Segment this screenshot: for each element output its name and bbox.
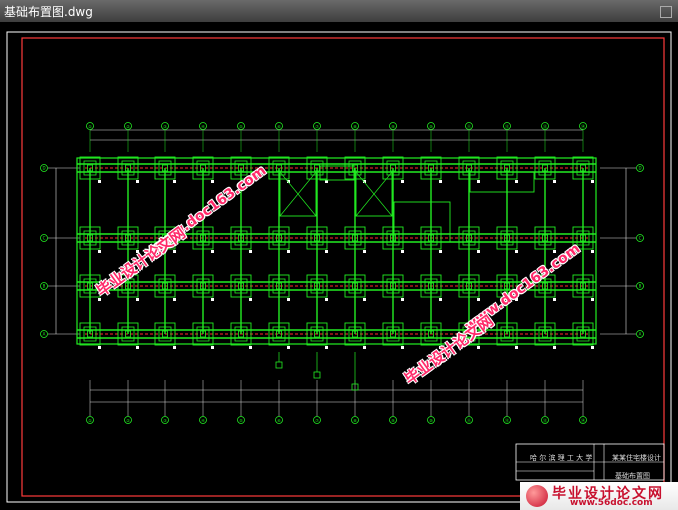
- grid-label-right: B: [639, 284, 642, 289]
- grid-label-top: ⑤: [239, 124, 243, 129]
- grid-label-top: ⑥: [277, 124, 281, 129]
- grid-label-top: ④: [201, 124, 205, 129]
- section-marker: [313, 371, 321, 379]
- grid-label-top: ②: [126, 124, 130, 129]
- logo-ball-icon: [526, 485, 548, 507]
- grid-label-top: ①: [88, 124, 92, 129]
- logo-sub-text: www.56doc.com: [570, 498, 653, 508]
- grid-label-left: A: [43, 332, 46, 337]
- grid-label-right: A: [639, 332, 642, 337]
- outer-frame: [6, 31, 672, 503]
- window-titlebar: 基础布置图.dwg: [0, 0, 678, 23]
- grid-label-top: ⑪: [467, 123, 471, 129]
- grid-label-bottom: ⑫: [505, 417, 509, 423]
- grid-label-top: ⑦: [315, 124, 319, 129]
- grid-label-bottom: ⑩: [429, 418, 433, 423]
- cad-drawing-canvas[interactable]: ① ① ② ② ③ ③ ④ ④ ⑤ ⑤ ⑥ ⑥ ⑦ ⑦ ⑧ ⑧ ⑨ ⑨ ⑩ ⑩ ⑪ ⑪ ⑫ ⑫ ⑬ ⑬ ⑭ ⑭ D D C C B B A A 哈 尔…: [0, 22, 678, 510]
- grid-label-bottom: ②: [126, 418, 130, 423]
- grid-label-left: B: [43, 284, 46, 289]
- grid-label-top: ⑧: [353, 124, 357, 129]
- grid-label-top: ⑫: [505, 123, 509, 129]
- grid-label-bottom: ⑭: [581, 417, 585, 423]
- grid-label-right: C: [639, 236, 642, 241]
- grid-label-bottom: ⑦: [315, 418, 319, 423]
- room-box: [393, 201, 451, 243]
- grid-label-top: ③: [163, 124, 167, 129]
- grid-label-bottom: ⑬: [543, 417, 547, 423]
- section-marker: [275, 361, 283, 369]
- grid-label-top: ⑩: [429, 124, 433, 129]
- grid-label-left: D: [42, 166, 45, 171]
- grid-label-top: ⑭: [581, 123, 585, 129]
- site-logo: 毕业设计论文网 www.56doc.com: [520, 482, 678, 510]
- grid-label-bottom: ④: [201, 418, 205, 423]
- cad-svg: ① ① ② ② ③ ③ ④ ④ ⑤ ⑤ ⑥ ⑥ ⑦ ⑦ ⑧ ⑧ ⑨ ⑨ ⑩ ⑩ ⑪ ⑪ ⑫ ⑫ ⑬ ⑬ ⑭ ⑭ D D C C B B A A: [6, 31, 672, 503]
- title-block-project: 某某住宅楼设计: [612, 454, 661, 462]
- grid-label-bottom: ⑤: [239, 418, 243, 423]
- grid-label-bottom: ③: [163, 418, 167, 423]
- grid-label-left: C: [43, 236, 46, 241]
- grid-label-top: ⑨: [391, 124, 395, 129]
- grid-label-bottom: ①: [88, 418, 92, 423]
- grid-label-bottom: ⑨: [391, 418, 395, 423]
- grid-label-bottom: ⑪: [467, 417, 471, 423]
- maximize-icon[interactable]: [660, 6, 672, 18]
- title-block-drawing-name: 基础布置图: [615, 472, 650, 480]
- grid-label-top: ⑬: [543, 123, 547, 129]
- grid-label-right: D: [638, 166, 641, 171]
- window-title: 基础布置图.dwg: [4, 5, 93, 19]
- title-block-school: 哈 尔 滨 理 工 大 学: [530, 454, 593, 462]
- grid-label-bottom: ⑥: [277, 418, 281, 423]
- grid-label-bottom: ⑧: [353, 418, 357, 423]
